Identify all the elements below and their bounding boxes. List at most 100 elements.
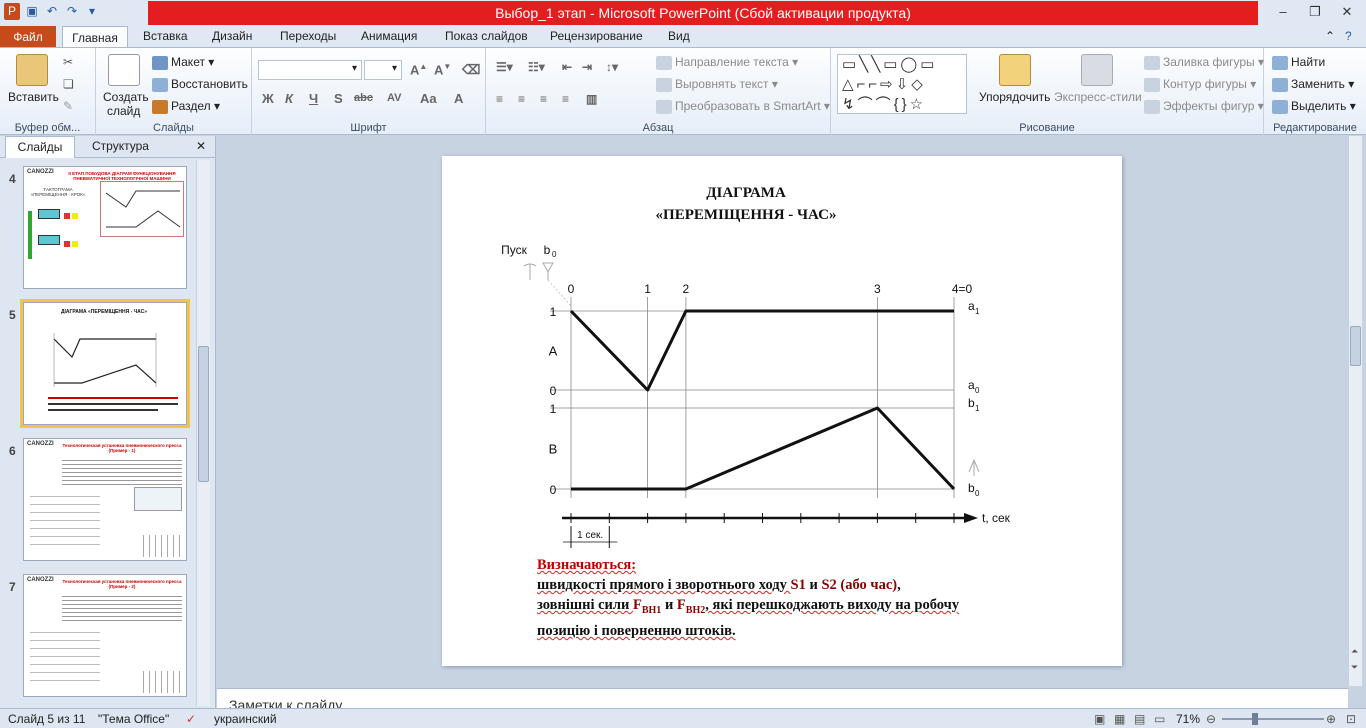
canvas-scroll-thumb[interactable]: [1350, 326, 1361, 366]
bullets-icon[interactable]: ☰▾: [496, 60, 513, 74]
notes-pane[interactable]: Заметки к слайду: [217, 688, 1348, 713]
paste-button[interactable]: Вставить: [8, 90, 59, 104]
canvas-scrollbar[interactable]: ⏶ ⏷: [1348, 136, 1362, 686]
replace-icon: [1272, 77, 1288, 92]
shape-fill-button[interactable]: Заливка фигуры: [1163, 55, 1255, 69]
sorter-view-icon[interactable]: ▦: [1114, 712, 1125, 726]
decrease-indent-icon[interactable]: ⇤: [562, 60, 572, 74]
zoom-thumb[interactable]: [1252, 713, 1258, 725]
cut-icon[interactable]: ✂: [63, 55, 73, 69]
redo-icon[interactable]: ↷: [64, 3, 80, 20]
strike-button[interactable]: abc: [354, 92, 373, 104]
select-button[interactable]: Выделить: [1291, 99, 1346, 113]
reading-view-icon[interactable]: ▤: [1134, 712, 1145, 726]
help-icon[interactable]: ?: [1345, 29, 1352, 43]
new-slide-icon[interactable]: [108, 54, 140, 86]
panel-scroll-thumb[interactable]: [198, 346, 209, 482]
next-slide-icon[interactable]: ⏷: [1351, 662, 1358, 673]
font-color-button[interactable]: A: [454, 91, 463, 106]
shadow-button[interactable]: S: [334, 91, 343, 106]
align-text-button[interactable]: Выровнять текст: [675, 77, 768, 91]
zoom-level[interactable]: 71%: [1176, 712, 1200, 726]
new-slide-button[interactable]: Создать: [103, 90, 149, 104]
text-direction-button[interactable]: Направление текста: [675, 55, 789, 69]
language[interactable]: украинский: [214, 712, 277, 726]
shape-outline-button[interactable]: Контур фигуры: [1163, 77, 1247, 91]
line-spacing-icon[interactable]: ↕▾: [606, 60, 618, 74]
save-icon[interactable]: ▣: [24, 3, 40, 20]
tab-outline[interactable]: Структура: [92, 139, 149, 153]
panel-scrollbar[interactable]: [196, 160, 210, 706]
shrink-font-icon[interactable]: A▼: [434, 62, 451, 77]
smartart-button[interactable]: Преобразовать в SmartArt: [675, 99, 821, 113]
normal-view-icon[interactable]: ▣: [1094, 712, 1105, 726]
minimize-icon[interactable]: –: [1268, 2, 1298, 22]
window-title: Выбор_1 этап - Microsoft PowerPoint (Сбо…: [495, 5, 911, 21]
tab-view[interactable]: Вид: [668, 29, 690, 43]
grow-font-icon[interactable]: A▲: [410, 62, 427, 77]
minimize-ribbon-icon[interactable]: ⌃: [1325, 29, 1335, 43]
align-center-icon[interactable]: ≡: [518, 92, 525, 106]
tab-file[interactable]: Файл: [0, 26, 56, 48]
quick-styles-button[interactable]: Экспресс-стили: [1054, 90, 1142, 104]
thumb-title: Технологическая установка пневмоническог…: [62, 443, 182, 453]
tab-slideshow[interactable]: Показ слайдов: [445, 29, 528, 43]
group-label: Абзац: [642, 122, 674, 134]
tab-animations[interactable]: Анимация: [361, 29, 417, 43]
align-left-icon[interactable]: ≡: [496, 92, 503, 106]
tab-review[interactable]: Рецензирование: [550, 29, 643, 43]
shapes-gallery[interactable]: ▭╲╲▭◯▭ △⌐⌐⇨⇩◇ ↯⌒⌒{}☆: [837, 54, 967, 114]
tab-insert[interactable]: Вставка: [143, 29, 188, 43]
shape-effects-button[interactable]: Эффекты фигур: [1163, 99, 1254, 113]
replace-button[interactable]: Заменить: [1291, 77, 1345, 91]
customize-qat-icon[interactable]: ▾: [84, 3, 100, 20]
tab-transitions[interactable]: Переходы: [280, 29, 336, 43]
font-size-field[interactable]: ▾: [364, 60, 402, 80]
quick-styles-icon[interactable]: [1081, 54, 1113, 86]
prev-slide-icon[interactable]: ⏶: [1351, 646, 1358, 657]
clear-format-icon[interactable]: ⌫: [462, 62, 480, 78]
powerpoint-icon[interactable]: P: [4, 3, 20, 20]
caption-f1-sub: ВН1: [641, 604, 662, 616]
zoom-out-icon[interactable]: ⊖: [1206, 712, 1216, 726]
italic-button[interactable]: К: [285, 91, 293, 106]
align-right-icon[interactable]: ≡: [540, 92, 547, 106]
spacing-button[interactable]: AV: [387, 92, 401, 104]
slide[interactable]: ДІАГРАМА «ПЕРЕМІЩЕННЯ - ЧАС» 0 1 2 3 4=0 1 0 Aa…: [442, 156, 1122, 666]
end-label: b: [968, 481, 975, 495]
arrange-button[interactable]: Упорядочить: [979, 90, 1050, 104]
close-panel-icon[interactable]: ✕: [196, 139, 206, 153]
reset-button[interactable]: Восстановить: [171, 77, 248, 91]
slide-thumb-5[interactable]: ДІАГРАМА «ПЕРЕМІЩЕННЯ - ЧАС»: [20, 299, 190, 428]
undo-icon[interactable]: ↶: [44, 3, 60, 20]
section-button[interactable]: Раздел: [171, 99, 211, 113]
zoom-slider[interactable]: [1222, 718, 1324, 720]
font-name-field[interactable]: ▾: [258, 60, 362, 80]
restore-icon[interactable]: ❐: [1300, 2, 1330, 22]
theme-name[interactable]: "Тема Office": [98, 712, 169, 726]
justify-icon[interactable]: ≡: [562, 92, 569, 106]
slide-thumb-4[interactable]: CANOZZI II ЕТАП ПОБУДОВА ДІАГРАМ ФУНКЦІО…: [23, 166, 187, 289]
slide-thumb-6[interactable]: CANOZZI Технологическая установка пневмо…: [23, 438, 187, 561]
slide-thumb-7[interactable]: CANOZZI Технологическая установка пневмо…: [23, 574, 187, 697]
copy-icon[interactable]: ❏: [63, 77, 74, 91]
zoom-in-icon[interactable]: ⊕: [1326, 712, 1336, 726]
spellcheck-icon[interactable]: ✓: [186, 712, 196, 726]
tab-slides[interactable]: Слайды: [5, 136, 75, 158]
case-button[interactable]: Aa: [420, 91, 437, 106]
arrange-icon[interactable]: [999, 54, 1031, 86]
slideshow-view-icon[interactable]: ▭: [1154, 712, 1165, 726]
tab-design[interactable]: Дизайн: [212, 29, 252, 43]
fit-slide-icon[interactable]: ⊡: [1346, 712, 1356, 726]
close-icon[interactable]: ✕: [1332, 2, 1362, 22]
increase-indent-icon[interactable]: ⇥: [582, 60, 592, 74]
underline-button[interactable]: Ч: [309, 91, 318, 106]
format-painter-icon[interactable]: ✎: [63, 99, 73, 113]
numbering-icon[interactable]: ☷▾: [528, 60, 545, 74]
columns-icon[interactable]: ▥: [586, 92, 597, 106]
new-slide-label[interactable]: слайд: [107, 104, 140, 118]
layout-button[interactable]: Макет: [171, 55, 205, 69]
find-button[interactable]: Найти: [1291, 55, 1325, 69]
bold-button[interactable]: Ж: [262, 91, 274, 106]
paste-icon[interactable]: [16, 54, 48, 86]
